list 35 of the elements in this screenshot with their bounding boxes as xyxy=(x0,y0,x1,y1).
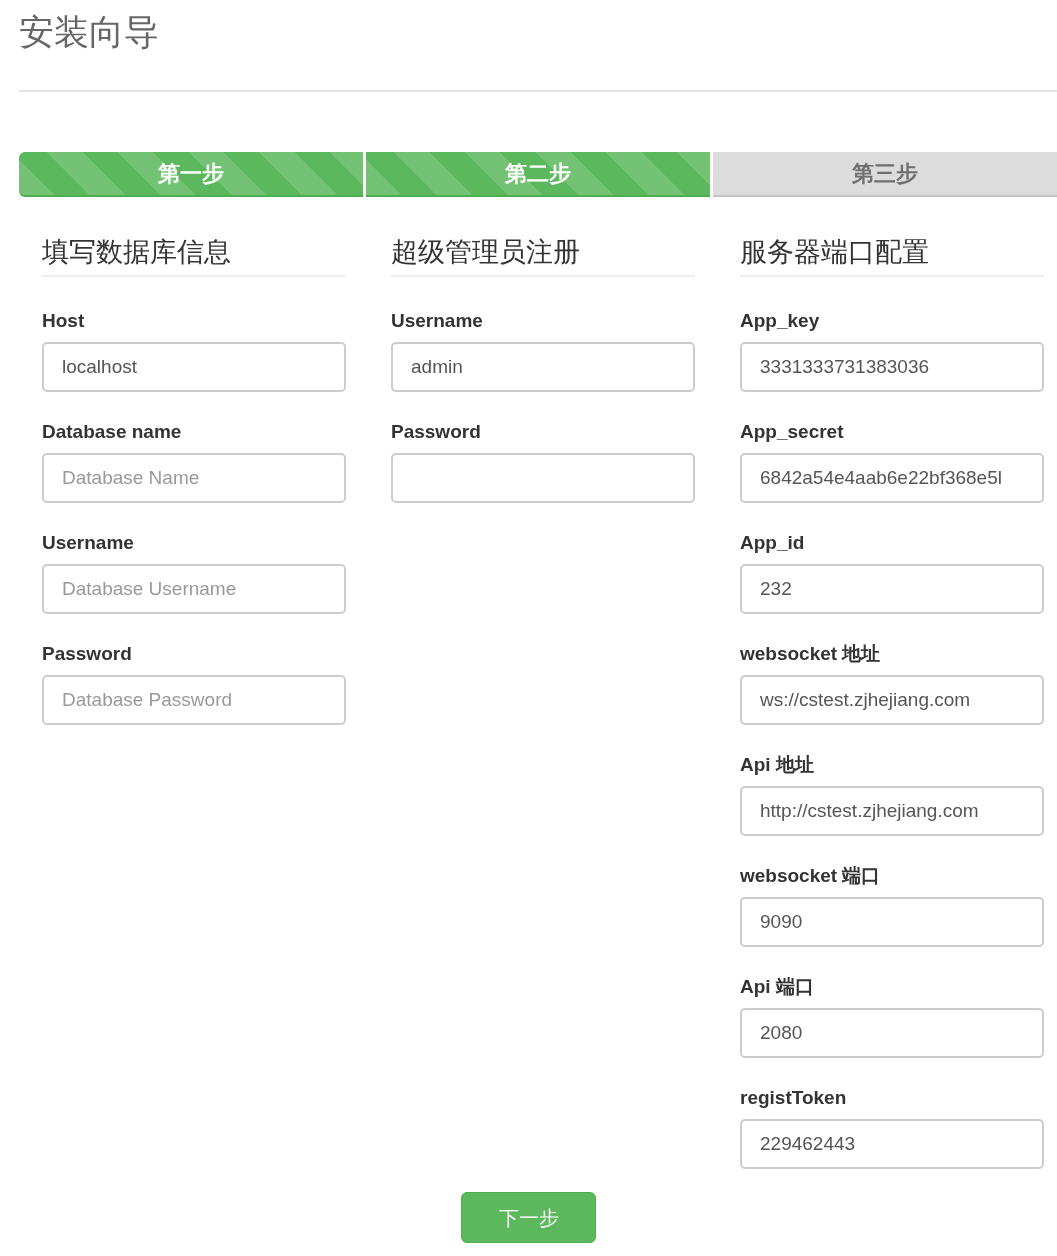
field-label: Host xyxy=(42,310,85,331)
progress-step: 第二步 xyxy=(366,152,710,197)
field-label: websocket 地址 xyxy=(740,643,881,664)
field-label: websocket 端口 xyxy=(740,865,881,886)
field-label: Api 地址 xyxy=(740,754,814,775)
input-field[interactable]: localhost xyxy=(42,342,346,392)
input-field[interactable]: 9090 xyxy=(740,897,1044,947)
field-label: Password xyxy=(42,643,132,664)
field-label: App_id xyxy=(740,532,805,553)
field-label: Username xyxy=(391,310,483,331)
input-field[interactable]: 3331333731383036 xyxy=(740,342,1044,392)
input-field[interactable]: admin xyxy=(391,342,695,392)
progress-step: 第一步 xyxy=(19,152,363,197)
section-heading: 服务器端口配置 xyxy=(740,237,929,267)
input-field[interactable]: Database Password xyxy=(42,675,346,725)
input-field[interactable]: Database Name xyxy=(42,453,346,503)
field-label: Api 端口 xyxy=(740,976,814,997)
field-label: Database name xyxy=(42,421,182,442)
input-field[interactable]: ws://cstest.zjhejiang.com xyxy=(740,675,1044,725)
input-field[interactable]: 232 xyxy=(740,564,1044,614)
progress-step: 第三步 xyxy=(713,152,1057,197)
input-field[interactable] xyxy=(391,453,695,503)
input-field[interactable]: Database Username xyxy=(42,564,346,614)
input-field[interactable]: 6842a54e4aab6e22bf368e5l xyxy=(740,453,1044,503)
page-title: 安装向导 xyxy=(19,11,159,53)
section-heading: 填写数据库信息 xyxy=(42,237,231,267)
input-field[interactable]: 2080 xyxy=(740,1008,1044,1058)
field-label: App_secret xyxy=(740,421,844,442)
field-label: App_key xyxy=(740,310,820,331)
input-field[interactable]: 229462443 xyxy=(740,1119,1044,1169)
field-label: Password xyxy=(391,421,481,442)
field-label: Username xyxy=(42,532,134,553)
section-heading: 超级管理员注册 xyxy=(391,237,580,267)
field-label: registToken xyxy=(740,1087,847,1108)
input-field[interactable]: http://cstest.zjhejiang.com xyxy=(740,786,1044,836)
